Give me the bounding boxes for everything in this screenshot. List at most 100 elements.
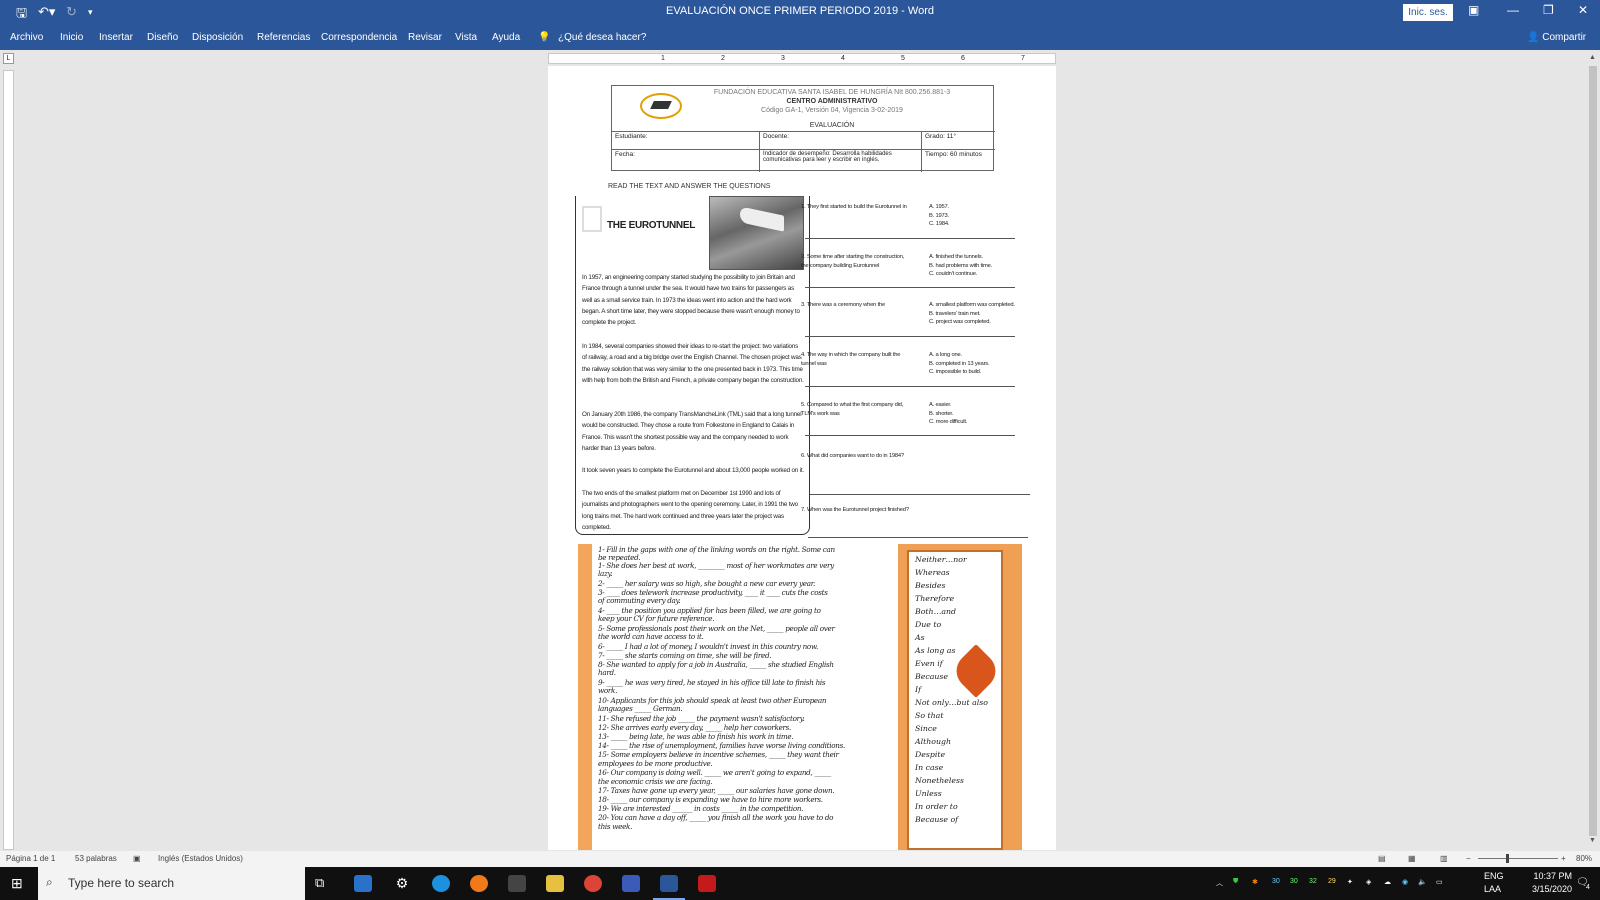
tab-archivo[interactable]: Archivo xyxy=(10,32,43,43)
passage-box: THE EUROTUNNEL In 1957, an engineering c… xyxy=(575,196,810,535)
calculator-app-icon[interactable] xyxy=(354,875,372,892)
tray-number[interactable]: 32 xyxy=(1309,878,1317,885)
scroll-up-icon[interactable]: ▲ xyxy=(1589,54,1596,61)
exercise-line: 7- _____ she starts coming on time, she … xyxy=(598,651,772,660)
linking-word: Besides xyxy=(915,581,946,590)
linking-word: Therefore xyxy=(915,594,955,603)
fecha-cell: Fecha: xyxy=(612,150,760,172)
tray-number[interactable]: 30 xyxy=(1290,878,1298,885)
zoom-slider-thumb[interactable] xyxy=(1506,854,1509,863)
exercise-line: languages _____ German. xyxy=(598,704,683,713)
task-view-icon[interactable]: ⧉ xyxy=(315,875,333,892)
chrome-icon[interactable] xyxy=(584,875,602,892)
question-3-stem: 3. There was a ceremony when the xyxy=(801,302,886,308)
share-button[interactable]: 👤 Compartir xyxy=(1527,32,1586,43)
tab-correspondencia[interactable]: Correspondencia xyxy=(321,32,397,43)
settings-gear-icon[interactable]: ⚙ xyxy=(393,875,411,892)
share-label: Compartir xyxy=(1542,32,1587,43)
tray-number[interactable]: 30 xyxy=(1272,878,1280,885)
word-count[interactable]: 53 palabras xyxy=(75,854,117,863)
question-3-options: A. smallest platform was completed. B. t… xyxy=(929,301,1029,327)
ruler-mark: 5 xyxy=(901,55,905,62)
instruction: READ THE TEXT AND ANSWER THE QUESTIONS xyxy=(608,183,771,190)
linking-words-exercise: 1- Fill in the gaps with one of the link… xyxy=(578,544,906,850)
input-language[interactable]: ENG LAA xyxy=(1484,870,1504,896)
firefox-icon[interactable] xyxy=(470,875,488,892)
zoom-slider[interactable] xyxy=(1478,858,1558,859)
tab-ayuda[interactable]: Ayuda xyxy=(492,32,520,43)
store-icon[interactable] xyxy=(508,875,526,892)
tiempo-cell: Tiempo: 60 minutos xyxy=(925,151,982,158)
print-layout-icon[interactable]: ▦ xyxy=(1408,854,1416,863)
tab-selector[interactable]: L xyxy=(3,53,14,64)
minimize-icon[interactable]: — xyxy=(1507,3,1519,17)
file-explorer-icon[interactable] xyxy=(546,875,564,892)
linking-word: Since xyxy=(915,724,937,733)
close-icon[interactable]: ✕ xyxy=(1578,3,1588,17)
lightbulb-icon: 💡 xyxy=(538,32,551,43)
exercise-line: 1- She does her best at work, ________ m… xyxy=(598,561,834,570)
linking-word: Whereas xyxy=(915,568,950,577)
option: B. completed in 13 years. xyxy=(929,360,990,367)
acrobat-icon[interactable] xyxy=(698,875,716,892)
word-app-icon[interactable] xyxy=(660,875,678,892)
option: A. 1957. xyxy=(929,204,949,210)
read-mode-icon[interactable]: ▤ xyxy=(1378,854,1386,863)
tab-diseno[interactable]: Diseño xyxy=(147,32,178,43)
globe-icon[interactable]: ◉ xyxy=(1402,878,1408,886)
vertical-scrollbar[interactable]: ▲ ▼ xyxy=(1586,50,1600,850)
scroll-thumb[interactable] xyxy=(1589,66,1597,836)
tab-vista[interactable]: Vista xyxy=(455,32,477,43)
exercise-line: 2- _____ her salary was so high, she bou… xyxy=(598,579,816,588)
edge-browser-icon[interactable] xyxy=(432,875,450,892)
tray-arrow-icon[interactable]: ︿ xyxy=(1216,878,1223,888)
ruler-strip[interactable]: 1 2 3 4 5 6 7 xyxy=(548,53,1056,64)
language-indicator[interactable]: Inglés (Estados Unidos) xyxy=(158,854,243,863)
shield-icon[interactable]: ⛊ xyxy=(1233,878,1238,886)
tab-revisar[interactable]: Revisar xyxy=(408,32,442,43)
windows-start-icon[interactable]: ⊞ xyxy=(11,875,23,892)
question-1-stem: 1. They first started to build the Eurot… xyxy=(801,204,907,210)
linking-words-box: Neither…nor Whereas Besides Therefore Bo… xyxy=(898,544,1022,850)
question-5-options: A. easier. B. shorter. C. more difficult… xyxy=(929,401,1019,427)
scroll-down-icon[interactable]: ▼ xyxy=(1589,837,1596,844)
school-logo-icon xyxy=(640,93,682,119)
web-layout-icon[interactable]: ▥ xyxy=(1440,854,1448,863)
zoom-level[interactable]: 80% xyxy=(1576,854,1592,863)
option: C. 1984. xyxy=(929,221,950,227)
system-clock[interactable]: 10:37 PM 3/15/2020 xyxy=(1532,870,1572,896)
restore-icon[interactable]: ❐ xyxy=(1543,3,1554,17)
tray-app-icon[interactable]: ◈ xyxy=(1366,878,1371,886)
tell-me-search[interactable]: ¿Qué desea hacer? xyxy=(558,32,646,43)
linking-word: Nonetheless xyxy=(915,776,965,785)
exercise-line: 1- Fill in the gaps with one of the link… xyxy=(598,545,835,554)
option: B. shorter. xyxy=(929,410,954,417)
volume-icon[interactable]: 🔈 xyxy=(1418,878,1427,886)
tab-disposicion[interactable]: Disposición xyxy=(192,32,243,43)
document-page[interactable]: FUNDACIÓN EDUCATIVA SANTA ISABEL DE HUNG… xyxy=(548,66,1056,850)
proofing-icon[interactable]: ▣ xyxy=(133,854,141,863)
exercise-line: 13- _____ being late, he was able to fin… xyxy=(598,732,794,741)
taskbar-search[interactable]: ⌕ Type here to search xyxy=(38,867,305,900)
ribbon-display-icon[interactable]: ▣ xyxy=(1468,3,1479,17)
display-icon[interactable]: ▭ xyxy=(1436,878,1443,886)
answer-line xyxy=(805,287,1015,288)
linking-word: So that xyxy=(915,711,944,720)
tab-referencias[interactable]: Referencias xyxy=(257,32,310,43)
option: A. smallest platform was completed. xyxy=(929,302,1015,308)
tray-app-icon[interactable]: ✦ xyxy=(1347,878,1353,886)
tray-number[interactable]: 29 xyxy=(1328,878,1336,885)
grado-cell: Grado: 11° xyxy=(922,132,995,150)
tray-app-icon[interactable]: ✱ xyxy=(1252,878,1258,886)
zoom-out-icon[interactable]: − xyxy=(1466,854,1471,863)
ruler-mark: 4 xyxy=(841,55,845,62)
exercise-line: 14- _____ the rise of unemployment, fami… xyxy=(598,741,845,750)
zoom-in-icon[interactable]: + xyxy=(1561,854,1566,863)
page-count[interactable]: Página 1 de 1 xyxy=(6,854,55,863)
tab-insertar[interactable]: Insertar xyxy=(99,32,133,43)
question-2-stem: 2. Some time after starting the construc… xyxy=(801,254,905,269)
cloud-icon[interactable]: ☁ xyxy=(1384,878,1391,886)
screen-tool-icon[interactable] xyxy=(622,875,640,892)
tab-inicio[interactable]: Inicio xyxy=(60,32,83,43)
sign-in-button[interactable]: Inic. ses. xyxy=(1403,4,1453,21)
